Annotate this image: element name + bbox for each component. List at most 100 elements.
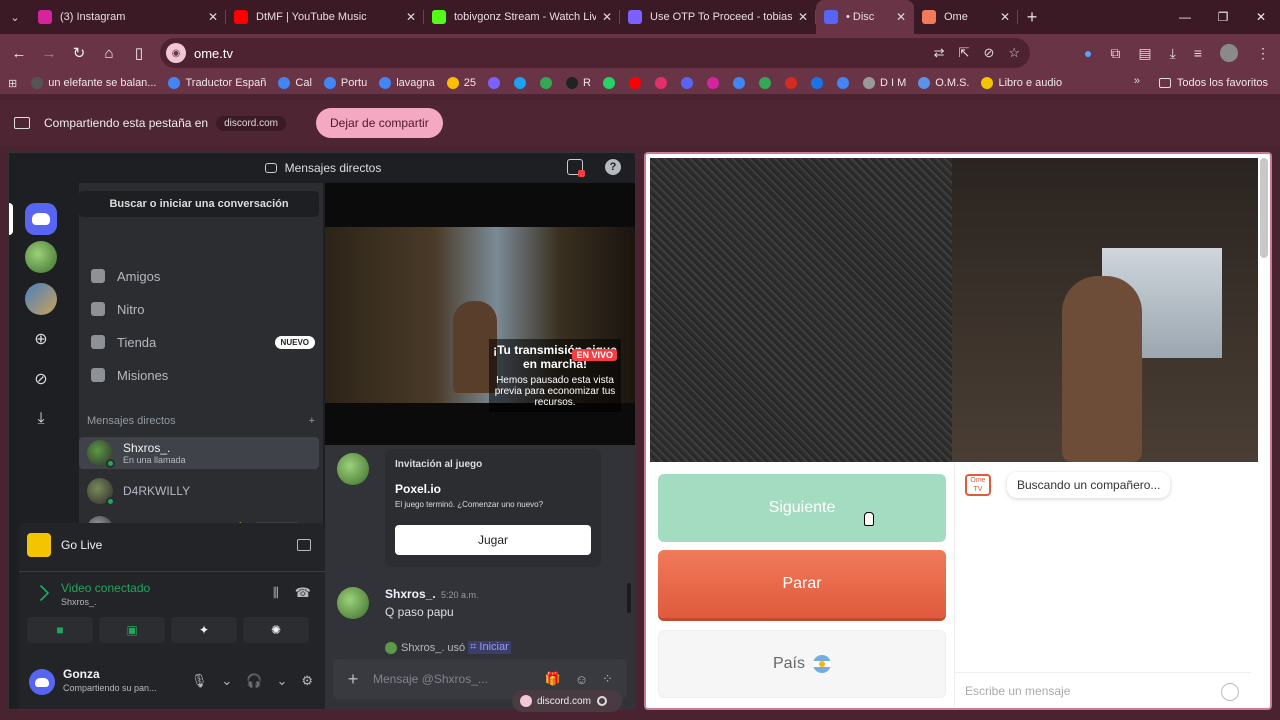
dm-search-button[interactable]: Buscar o iniciar una conversación	[79, 191, 319, 217]
bookmark-item[interactable]: Libro e audio	[981, 77, 1062, 89]
stop-sharing-button[interactable]: Dejar de compartir	[316, 108, 443, 138]
emoji-icon[interactable]: ☺	[575, 672, 588, 687]
emoji-icon[interactable]	[1221, 683, 1239, 701]
apps-icon[interactable]: ⁘	[602, 671, 613, 687]
bookmark-item[interactable]	[784, 77, 802, 89]
discord-home-button[interactable]	[25, 203, 57, 235]
browser-tab[interactable]: (3) Instagram ✕	[30, 0, 226, 34]
soundboard-button[interactable]: ✺	[243, 617, 309, 643]
tab-search-icon[interactable]: ⌄	[0, 0, 30, 34]
apps-grid-icon[interactable]: ⊞	[8, 77, 17, 90]
reading-list-icon[interactable]: ▤	[1138, 45, 1151, 62]
stop-button[interactable]: Parar	[658, 550, 946, 618]
server-icon[interactable]	[25, 241, 57, 273]
browser-tab[interactable]: DtMF | YouTube Music ✕	[226, 0, 424, 34]
close-tab-icon[interactable]: ✕	[896, 10, 906, 24]
all-bookmarks-folder[interactable]: Todos los favoritos	[1158, 72, 1268, 94]
stream-preview[interactable]: ¡Tu transmisión sigue en marcha! Hemos p…	[325, 183, 635, 445]
help-icon[interactable]: ?	[605, 159, 621, 175]
settings-gear-icon[interactable]: ⚙	[301, 673, 313, 689]
bookmark-item[interactable]	[628, 77, 646, 89]
message-avatar[interactable]	[337, 587, 369, 619]
activities-button[interactable]: ✦	[171, 617, 237, 643]
close-tab-icon[interactable]: ✕	[208, 10, 218, 24]
noise-suppression-icon[interactable]: ⫼	[273, 585, 279, 601]
profile-avatar[interactable]	[1220, 44, 1238, 62]
message-author[interactable]: Shxros_.	[385, 587, 436, 601]
translate-icon[interactable]: ⇄	[934, 45, 945, 61]
dm-item[interactable]: Shxros_. En una llamada	[79, 437, 319, 469]
eye-off-icon[interactable]: ⊘	[983, 45, 994, 61]
menu-icon[interactable]: ⋮	[1256, 45, 1270, 62]
bookmark-item[interactable]: Cal	[278, 77, 312, 89]
minimize-icon[interactable]: —	[1166, 0, 1204, 34]
bookmark-item[interactable]: R	[566, 77, 591, 89]
bookmark-item[interactable]: 25	[446, 77, 476, 89]
home-icon[interactable]: ⌂	[94, 45, 124, 62]
play-button[interactable]: Jugar	[395, 525, 591, 555]
address-bar[interactable]: ◉ ome.tv ⇄ ⇱ ⊘ ☆	[160, 38, 1030, 68]
system-user[interactable]: Shxros_.	[401, 642, 444, 654]
close-window-icon[interactable]: ✕	[1242, 0, 1280, 34]
bookmark-item[interactable]	[602, 77, 620, 89]
country-button[interactable]: País	[658, 630, 946, 698]
chevron-down-icon[interactable]: ⌄	[221, 673, 232, 689]
browser-tab[interactable]: • Disc ✕	[816, 0, 914, 34]
nav-friends[interactable]: Amigos	[87, 261, 315, 291]
ome-message-input[interactable]: Escribe un mensaje	[955, 672, 1251, 708]
download-apps-icon[interactable]: ⤓	[29, 407, 53, 431]
popout-icon[interactable]	[297, 539, 311, 551]
extension-icon[interactable]: ●	[1084, 45, 1092, 61]
microphone-icon[interactable]: 🎙	[191, 673, 208, 689]
cast-icon[interactable]: ⇱	[959, 45, 970, 61]
browser-tab[interactable]: Use OTP To Proceed - tobiasva ✕	[620, 0, 816, 34]
bookmark-item[interactable]: O.M.S.	[918, 77, 969, 89]
gift-icon[interactable]: 🎁	[545, 671, 561, 687]
disconnect-icon[interactable]: ☎	[295, 585, 311, 601]
side-panel-icon[interactable]: ▯	[124, 44, 154, 62]
headphones-icon[interactable]: 🎧	[246, 673, 262, 689]
browser-tab[interactable]: Ome ✕	[914, 0, 1018, 34]
nav-shop[interactable]: Tienda NUEVO	[87, 327, 315, 357]
reload-icon[interactable]: ↻	[64, 44, 94, 62]
close-tab-icon[interactable]: ✕	[602, 10, 612, 24]
bookmark-item[interactable]	[732, 77, 750, 89]
dm-item[interactable]: D4RKWILLY	[79, 475, 319, 507]
download-icon[interactable]: ⤓	[1170, 45, 1176, 62]
chevron-down-icon[interactable]: ⌄	[276, 673, 287, 689]
bookmark-item[interactable]	[654, 77, 672, 89]
add-server-icon[interactable]: ⊕	[29, 327, 53, 351]
maximize-icon[interactable]: ❐	[1204, 0, 1242, 34]
bookmark-item[interactable]	[680, 77, 698, 89]
chat-scrollbar[interactable]	[627, 583, 631, 613]
shared-tab-indicator[interactable]: discord.com	[512, 690, 622, 712]
voice-status[interactable]: Video conectado	[61, 581, 150, 595]
bookmark-item[interactable]: D I M	[862, 77, 906, 89]
signal-icon[interactable]	[32, 584, 50, 602]
close-tab-icon[interactable]: ✕	[1000, 10, 1010, 24]
forward-icon[interactable]: →	[34, 45, 64, 62]
bookmark-item[interactable]	[706, 77, 724, 89]
media-control-icon[interactable]: ≡	[1194, 45, 1202, 61]
next-button[interactable]: Siguiente	[658, 474, 946, 542]
back-icon[interactable]: ←	[4, 45, 34, 62]
nav-quests[interactable]: Misiones	[87, 360, 315, 390]
inbox-icon[interactable]	[567, 159, 585, 177]
close-tab-icon[interactable]: ✕	[798, 10, 808, 24]
discover-icon[interactable]: ⊘	[29, 367, 53, 391]
bookmark-item[interactable]: un elefante se balan...	[31, 77, 156, 89]
screen-share-button[interactable]: ▣	[99, 617, 165, 643]
bookmark-star-icon[interactable]: ☆	[1008, 45, 1020, 61]
message-avatar[interactable]	[337, 453, 369, 485]
bookmark-item[interactable]: lavagna	[379, 77, 435, 89]
create-dm-button[interactable]: +	[309, 415, 315, 427]
camera-button[interactable]: ■	[27, 617, 93, 643]
nav-nitro[interactable]: Nitro	[87, 294, 315, 324]
bookmark-item[interactable]	[758, 77, 776, 89]
close-tab-icon[interactable]: ✕	[406, 10, 416, 24]
user-avatar[interactable]	[29, 669, 55, 695]
new-tab-button[interactable]: +	[1018, 7, 1046, 28]
bookmark-item[interactable]	[836, 77, 854, 89]
bookmarks-overflow-icon[interactable]: »	[1134, 75, 1140, 87]
bookmark-item[interactable]	[514, 77, 531, 89]
